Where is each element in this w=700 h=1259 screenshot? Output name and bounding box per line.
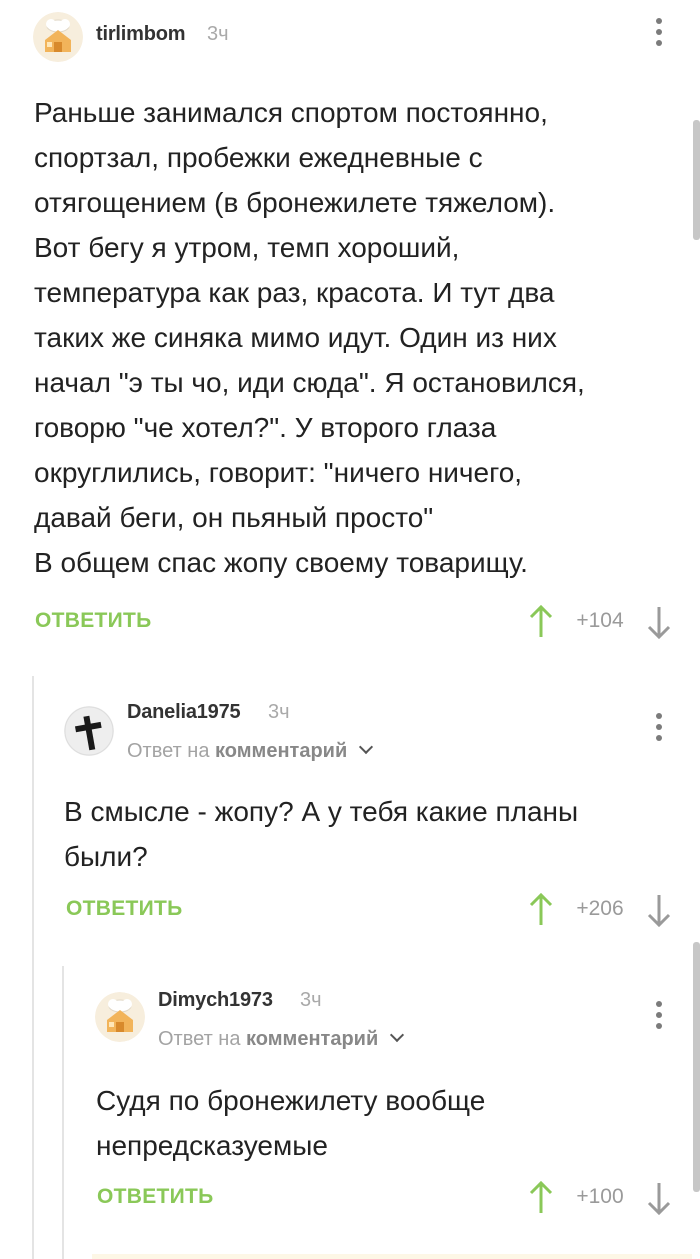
- comment-body: Раньше занимался спортом постоянно, спор…: [34, 97, 585, 578]
- comment-rating: +206: [576, 897, 624, 920]
- downvote-arrow-icon[interactable]: [647, 1181, 671, 1216]
- comment-rating: +104: [576, 609, 624, 632]
- reply-to-prefix: Ответ на: [158, 1028, 241, 1050]
- comment-time: 3ч: [268, 701, 290, 723]
- chef-house-avatar-icon[interactable]: [33, 12, 83, 62]
- downvote-arrow-icon[interactable]: [647, 605, 671, 640]
- reply-to-comment-link[interactable]: комментарий: [215, 740, 347, 762]
- next-comment-peek: [92, 1254, 692, 1259]
- chevron-down-icon[interactable]: [358, 739, 373, 755]
- comment-rating: +100: [576, 1185, 624, 1208]
- comment-username[interactable]: Dimych1973: [158, 989, 273, 1012]
- reply-to-link[interactable]: Ответ на комментарий: [158, 1027, 404, 1051]
- chef-house-avatar-icon[interactable]: [95, 992, 145, 1042]
- chevron-down-icon[interactable]: [389, 1027, 404, 1043]
- reply-button[interactable]: ОТВЕТИТЬ: [66, 897, 183, 921]
- comment-body: В смысле - жопу? А у тебя какие планы бы…: [64, 796, 579, 872]
- more-options-icon[interactable]: [647, 710, 671, 746]
- comment-username[interactable]: tirlimbom: [96, 23, 186, 46]
- comment-danelia1975: Danelia1975 3ч Ответ на комментарий В см…: [0, 680, 700, 940]
- reply-to-prefix: Ответ на: [127, 740, 210, 762]
- comment-dimych1973: Dimych1973 3ч Ответ на комментарий Судя …: [0, 970, 700, 1259]
- upvote-arrow-icon[interactable]: [529, 892, 553, 927]
- reply-to-link[interactable]: Ответ на комментарий: [127, 739, 373, 763]
- upvote-arrow-icon[interactable]: [529, 604, 553, 639]
- comment-time: 3ч: [300, 989, 322, 1011]
- more-options-icon[interactable]: [647, 15, 671, 51]
- more-options-icon[interactable]: [647, 998, 671, 1034]
- reply-button[interactable]: ОТВЕТИТЬ: [97, 1185, 214, 1209]
- downvote-arrow-icon[interactable]: [647, 893, 671, 928]
- upvote-arrow-icon[interactable]: [529, 1180, 553, 1215]
- cross-avatar-icon[interactable]: [64, 706, 114, 756]
- reply-button[interactable]: ОТВЕТИТЬ: [35, 609, 152, 633]
- comment-body: Судя по бронежилету вообще непредсказуем…: [96, 1085, 486, 1161]
- comment-time: 3ч: [207, 23, 229, 45]
- comment-tirlimbom: tirlimbom 3ч Раньше занимался спортом по…: [0, 0, 700, 660]
- reply-to-comment-link[interactable]: комментарий: [246, 1028, 378, 1050]
- comment-username[interactable]: Danelia1975: [127, 701, 241, 724]
